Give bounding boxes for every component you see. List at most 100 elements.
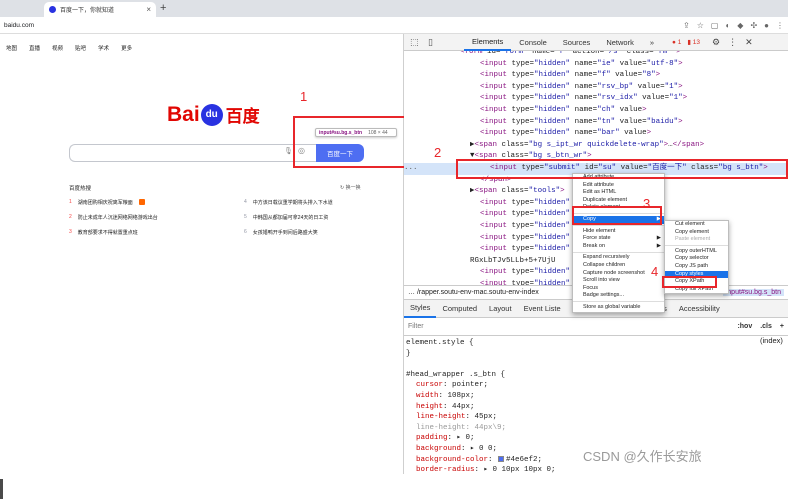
nav-link[interactable]: 直播	[29, 44, 40, 52]
css-value[interactable]: pointer;	[452, 381, 488, 389]
css-value[interactable]: 44px\9;	[475, 424, 507, 432]
extension-icon[interactable]: ◆	[737, 21, 743, 30]
stylesheet-source-link[interactable]: (index)	[760, 336, 783, 347]
nav-link[interactable]: 视频	[52, 44, 63, 52]
new-tab-button[interactable]: +	[160, 2, 166, 14]
tab-accessibility[interactable]: Accessibility	[673, 300, 726, 318]
menu-dots-icon[interactable]: ⋮	[776, 21, 784, 30]
dom-node-row[interactable]: <input type="hidden" name="ie" value="ut…	[404, 59, 683, 71]
tab-layout[interactable]: Layout	[483, 300, 518, 318]
hover-state-toggle[interactable]: :hov	[737, 323, 752, 330]
menu-item[interactable]: Force state ▶	[573, 235, 664, 243]
menu-item[interactable]: Cut element	[665, 221, 728, 229]
css-value[interactable]: #4e6ef2;	[506, 456, 542, 464]
address-bar[interactable]: baidu.com ⇪ ☆ ▢ ◐ ◆ ✣ ● ⋮	[0, 17, 788, 34]
close-devtools-icon[interactable]: ✕	[745, 37, 753, 48]
new-rule-button[interactable]: +	[780, 323, 784, 330]
dom-node-row[interactable]: <input type="hidden" name="bar" value>	[404, 128, 651, 140]
dom-node-row[interactable]: <input type="hidden" name="f" value="8">	[404, 70, 660, 82]
hot-item[interactable]: 6 女孩婚鸭开手到间后路盛大笑	[244, 229, 318, 236]
microphone-icon[interactable]: 🎙	[284, 147, 293, 155]
dom-node-row[interactable]: <input type="hidden"	[404, 198, 570, 210]
dom-node-row[interactable]: <input type="hidden" name="ch" value>	[404, 105, 647, 117]
tab-elements[interactable]: Elements	[464, 34, 512, 51]
dom-node-row[interactable]: <input type="hidden" name="rsv_idx" valu…	[404, 93, 687, 105]
css-property[interactable]: height	[416, 403, 443, 411]
css-value[interactable]: ▸ 0;	[457, 434, 475, 442]
extension-icon[interactable]: ▢	[711, 21, 719, 30]
nav-link[interactable]: 更多	[121, 44, 132, 52]
menu-item[interactable]: Badge settings...	[573, 292, 664, 300]
hot-item[interactable]: 2 防止未成年人沉迷网络网络游戏出台	[69, 214, 158, 221]
css-property[interactable]: width	[416, 392, 439, 400]
breadcrumb-current[interactable]: input#su.bg.s_btn	[722, 289, 784, 296]
tab-console[interactable]: Console	[511, 34, 555, 51]
css-declaration[interactable]: padding: ▸ 0;	[406, 433, 475, 444]
menu-item[interactable]: Copy selector	[665, 255, 728, 263]
menu-item[interactable]: Store as global variable	[573, 304, 664, 312]
css-value[interactable]: ▸ 0 0;	[470, 445, 497, 453]
hot-item[interactable]: 1 湖南团购相庆祝离军粮面	[69, 199, 145, 206]
nav-link[interactable]: 贴吧	[75, 44, 86, 52]
node-dots-menu[interactable]: ...	[404, 163, 418, 175]
css-declaration[interactable]: background: ▸ 0 0;	[406, 444, 497, 455]
menu-item[interactable]: Copy outerHTML	[665, 248, 728, 256]
close-tab-icon[interactable]: ×	[146, 5, 151, 14]
css-property[interactable]: background-color	[416, 456, 488, 464]
menu-item[interactable]: Edit as HTML	[573, 189, 664, 197]
dom-node-row[interactable]: <form id="form" name="f" action="/s" cla…	[404, 51, 681, 59]
inspect-element-icon[interactable]: ⬚	[410, 37, 422, 48]
nav-link[interactable]: 地图	[6, 44, 17, 52]
css-property[interactable]: cursor	[416, 381, 443, 389]
css-value[interactable]: 44px;	[452, 403, 475, 411]
css-rule-line[interactable]: #head_wrapper .s_btn {	[406, 370, 505, 381]
menu-item[interactable]: Expand recursively	[573, 254, 664, 262]
css-declaration[interactable]: border-radius: ▸ 0 10px 10px 0;	[406, 465, 556, 474]
tab-network[interactable]: Network	[598, 34, 642, 51]
css-property[interactable]: background	[416, 445, 461, 453]
tab-computed[interactable]: Computed	[436, 300, 483, 318]
menu-item[interactable]: Duplicate element	[573, 197, 664, 205]
browser-tab[interactable]: 百度一下，你就知道 ×	[44, 2, 156, 17]
filter-input[interactable]: Filter	[408, 323, 729, 330]
css-declaration[interactable]: cursor: pointer;	[406, 380, 488, 391]
class-toggle[interactable]: .cls	[760, 323, 772, 330]
dom-node-row[interactable]: <input type="hidden"	[404, 221, 570, 233]
tab-styles[interactable]: Styles	[404, 300, 437, 318]
more-tabs-button[interactable]: »	[642, 34, 662, 51]
error-count-badge[interactable]: ● 1	[672, 39, 681, 46]
css-declaration[interactable]: line-height: 44px\9;	[406, 423, 506, 434]
css-declaration[interactable]: background-color: #4e6ef2;	[406, 455, 542, 466]
url-text[interactable]: baidu.com	[4, 22, 683, 29]
dom-node-row[interactable]: <input type="hidden"	[404, 267, 570, 279]
css-property[interactable]: line-height	[416, 413, 466, 421]
scroll-handle[interactable]	[0, 479, 3, 499]
menu-item[interactable]: Hide element	[573, 228, 664, 236]
css-property[interactable]: border-radius	[416, 466, 475, 474]
more-options-icon[interactable]: ⋮	[728, 37, 737, 48]
css-rule-line[interactable]: element.style {	[406, 338, 474, 349]
dom-node-row[interactable]: RGxLbTJv5LLb+5+7UjU	[404, 256, 556, 268]
device-toolbar-icon[interactable]: ▯	[428, 37, 440, 48]
css-declaration[interactable]: width: 108px;	[406, 391, 475, 402]
css-declaration[interactable]: height: 44px;	[406, 402, 475, 413]
extension-icon[interactable]: ◐	[725, 21, 730, 30]
menu-item[interactable]: Copy JS path	[665, 263, 728, 271]
nav-link[interactable]: 学术	[98, 44, 109, 52]
menu-item[interactable]: Edit attribute	[573, 182, 664, 190]
css-property[interactable]: line-height	[416, 424, 466, 432]
settings-gear-icon[interactable]: ⚙	[712, 37, 720, 48]
menu-item[interactable]: Break on ▶	[573, 243, 664, 251]
dom-node-row[interactable]: <input type="hidden" name="tn" value="ba…	[404, 117, 683, 129]
share-icon[interactable]: ⇪	[683, 21, 690, 30]
css-value[interactable]: 45px;	[475, 413, 498, 421]
dom-node-row[interactable]: ▶<span class="tools">	[404, 186, 565, 198]
hot-item[interactable]: 5 中韩国从都加届可拿24天的日工资	[244, 214, 328, 221]
tab-sources[interactable]: Sources	[555, 34, 599, 51]
dom-node-row[interactable]: <input type="hidden" name="rsv_bp" value…	[404, 82, 683, 94]
menu-item[interactable]: Focus	[573, 285, 664, 293]
css-declaration[interactable]: line-height: 45px;	[406, 412, 497, 423]
search-input[interactable]	[69, 144, 317, 162]
hot-item[interactable]: 4 中方该日载议重学期将头排入下水道	[244, 199, 333, 206]
tab-event-listeners[interactable]: Event Liste	[518, 300, 567, 318]
